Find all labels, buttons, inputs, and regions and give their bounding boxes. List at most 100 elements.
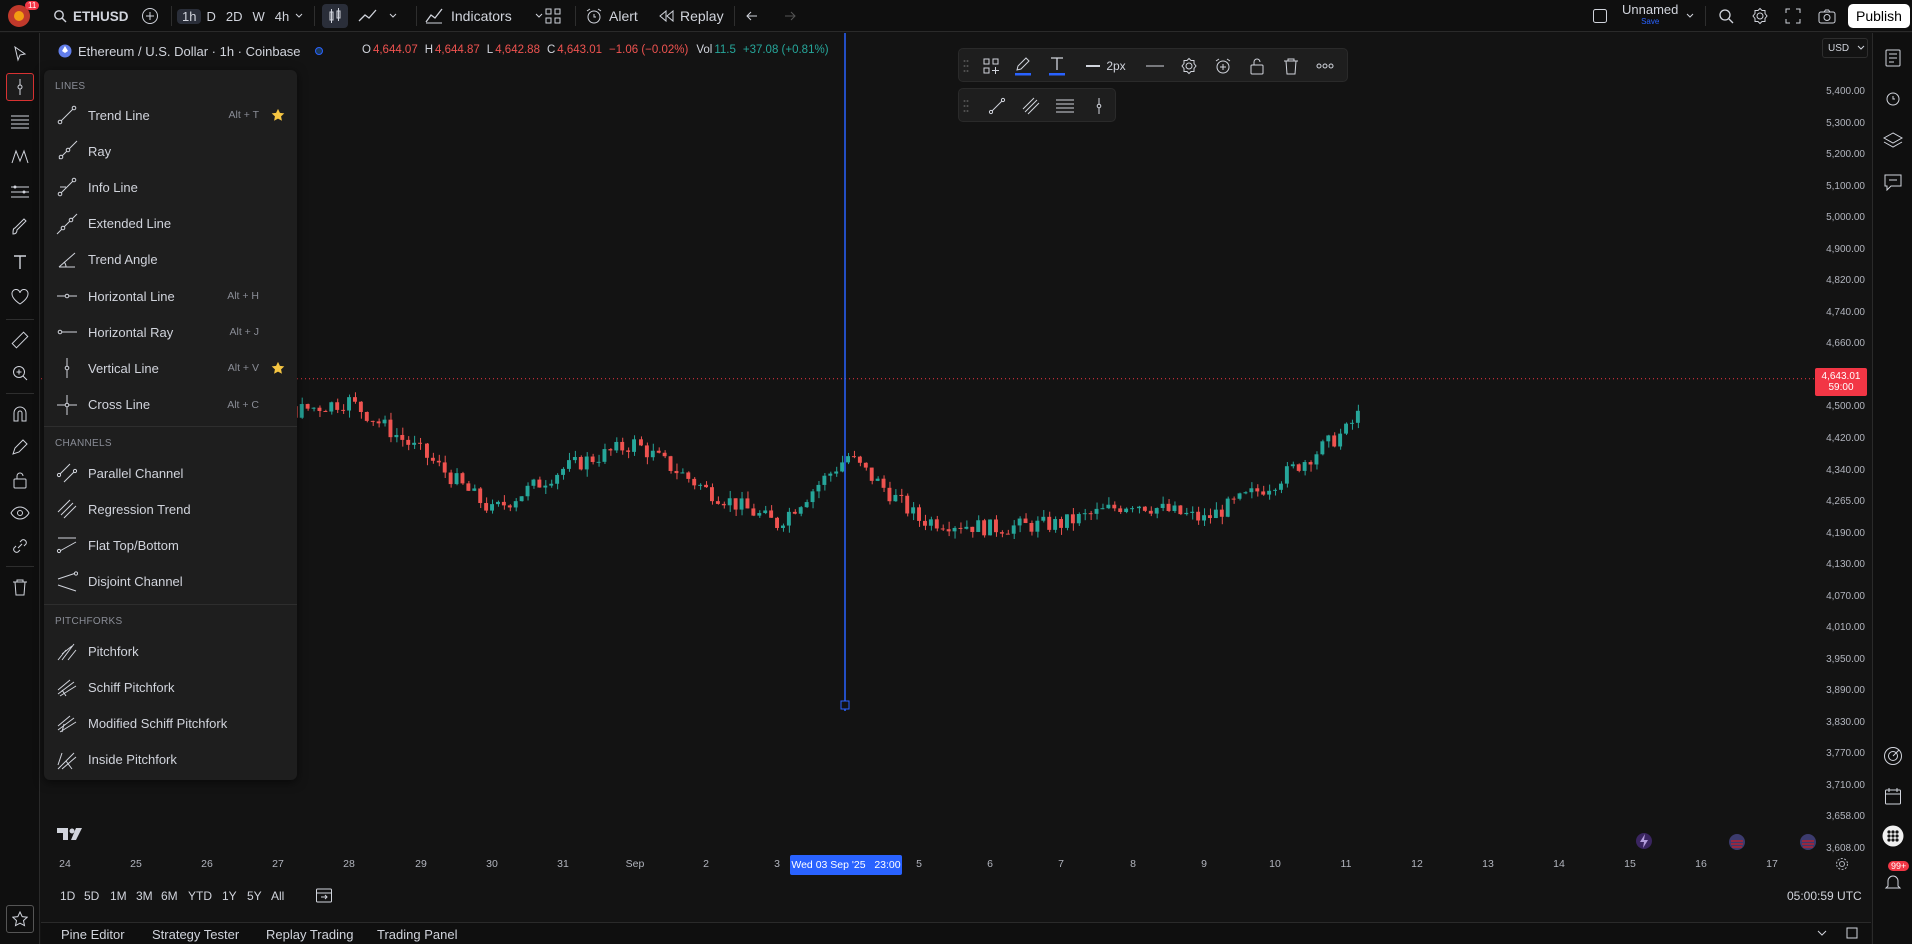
symbol-title[interactable]: Ethereum / U.S. Dollar · 1h · Coinbase bbox=[78, 44, 301, 59]
menu-item-schiff-pitchfork[interactable]: Schiff Pitchfork bbox=[44, 670, 297, 704]
time-axis[interactable]: 24 25 26 27 28 29 30 31 Sep 2 3 5 6 7 8 9 10 11 12 13 14 15 16… bbox=[41, 855, 1821, 875]
chevron-down-icon[interactable] bbox=[294, 11, 304, 21]
magnet-tool[interactable] bbox=[6, 400, 34, 428]
maximize-panel-button[interactable] bbox=[1846, 927, 1858, 939]
alert-button[interactable]: Alert bbox=[585, 4, 638, 28]
market-status-dot[interactable] bbox=[314, 47, 323, 55]
menu-item-disjoint-channel[interactable]: Disjoint Channel bbox=[44, 565, 297, 599]
fav-fib-button[interactable] bbox=[1053, 94, 1077, 118]
range-5y[interactable]: 5Y bbox=[247, 889, 262, 903]
remove-drawings-tool[interactable] bbox=[6, 573, 34, 601]
layout-checkbox[interactable] bbox=[1592, 4, 1608, 28]
symbol-search[interactable]: ETHUSD bbox=[53, 4, 129, 28]
range-ytd[interactable]: YTD bbox=[188, 889, 212, 903]
drag-handle[interactable] bbox=[961, 94, 971, 118]
interval-d[interactable]: D bbox=[201, 9, 220, 24]
price-axis[interactable]: USD 5,400.00 5,300.00 5,200.00 5,100.00 5,00… bbox=[1815, 33, 1871, 863]
menu-item-horizontal-line[interactable]: Horizontal Line Alt + H bbox=[44, 279, 297, 313]
forecasting-tool[interactable] bbox=[6, 178, 34, 206]
interval-2d[interactable]: 2D bbox=[221, 9, 248, 24]
menu-item-regression-trend[interactable]: Regression Trend bbox=[44, 492, 297, 526]
publish-button[interactable]: Publish bbox=[1848, 4, 1910, 28]
text-color-button[interactable] bbox=[1045, 54, 1069, 78]
sync-drawings-tool[interactable] bbox=[6, 532, 34, 560]
currency-selector[interactable]: USD bbox=[1822, 38, 1868, 58]
replay-button[interactable]: Replay bbox=[658, 4, 724, 28]
range-5d[interactable]: 5D bbox=[84, 889, 99, 903]
event-flag-marker-2[interactable] bbox=[1799, 833, 1817, 851]
line-chart-type-button[interactable] bbox=[358, 4, 398, 28]
zoom-tool[interactable] bbox=[6, 359, 34, 387]
products-button[interactable] bbox=[1880, 823, 1906, 849]
menu-item-ray[interactable]: Ray bbox=[44, 134, 297, 168]
favorite-star-icon[interactable] bbox=[271, 108, 285, 122]
fav-trend-line-button[interactable] bbox=[985, 94, 1009, 118]
fullscreen-button[interactable] bbox=[1785, 4, 1801, 28]
menu-item-modified-schiff-pitchfork[interactable]: Modified Schiff Pitchfork bbox=[44, 706, 297, 740]
menu-item-trend-line[interactable]: Trend Line Alt + T bbox=[44, 98, 297, 132]
menu-item-extended-line[interactable]: Extended Line bbox=[44, 207, 297, 241]
axis-settings-button[interactable] bbox=[1835, 857, 1849, 871]
templates-button[interactable] bbox=[979, 54, 1003, 78]
menu-item-vertical-line[interactable]: Vertical Line Alt + V bbox=[44, 351, 297, 385]
collapse-panel-button[interactable] bbox=[1816, 927, 1828, 939]
menu-item-flat-top-bottom[interactable]: Flat Top/Bottom bbox=[44, 528, 297, 562]
fib-tool[interactable] bbox=[6, 108, 34, 136]
menu-item-trend-angle[interactable]: Trend Angle bbox=[44, 243, 297, 277]
price-chart[interactable] bbox=[41, 33, 1821, 711]
quick-search-button[interactable] bbox=[1717, 4, 1735, 28]
undo-button[interactable] bbox=[746, 4, 762, 28]
menu-item-info-line[interactable]: Info Line bbox=[44, 170, 297, 204]
timezone-clock[interactable]: 05:00:59 UTC bbox=[1787, 889, 1862, 903]
fav-channel-button[interactable] bbox=[1019, 94, 1043, 118]
patterns-tool[interactable] bbox=[6, 143, 34, 171]
interval-1h[interactable]: 1h bbox=[177, 8, 202, 24]
brush-tool[interactable] bbox=[6, 213, 34, 241]
tradingview-logo[interactable] bbox=[56, 826, 86, 842]
delete-drawing-button[interactable] bbox=[1279, 54, 1303, 78]
calendar-button[interactable] bbox=[1880, 783, 1906, 809]
drawing-settings-button[interactable] bbox=[1177, 54, 1201, 78]
lines-tool[interactable] bbox=[6, 73, 34, 101]
range-1y[interactable]: 1Y bbox=[222, 889, 237, 903]
line-style-button[interactable] bbox=[1143, 54, 1167, 78]
menu-item-inside-pitchfork[interactable]: Inside Pitchfork bbox=[44, 743, 297, 777]
event-lightning-marker[interactable] bbox=[1633, 832, 1655, 850]
event-flag-marker-1[interactable] bbox=[1728, 833, 1746, 851]
tab-pine-editor[interactable]: Pine Editor bbox=[61, 927, 125, 942]
notifications-button[interactable]: 99+ bbox=[1880, 861, 1910, 895]
menu-item-horizontal-ray[interactable]: Horizontal Ray Alt + J bbox=[44, 315, 297, 349]
tab-replay-trading[interactable]: Replay Trading bbox=[266, 927, 353, 942]
fav-vertical-line-button[interactable] bbox=[1087, 94, 1111, 118]
go-to-date-button[interactable] bbox=[315, 886, 333, 904]
tab-trading-panel[interactable]: Trading Panel bbox=[377, 927, 457, 942]
user-menu[interactable]: 11 bbox=[8, 1, 40, 28]
signals-button[interactable] bbox=[1880, 743, 1906, 769]
indicators-button[interactable]: Indicators bbox=[425, 4, 544, 28]
text-tool[interactable] bbox=[6, 248, 34, 276]
favorite-star-icon[interactable] bbox=[271, 361, 285, 375]
chart-area[interactable] bbox=[41, 33, 1821, 711]
line-width-button[interactable]: 2px bbox=[1081, 54, 1131, 78]
favorites-toolbar-toggle[interactable] bbox=[6, 905, 34, 933]
menu-item-pitchfork[interactable]: Pitchfork bbox=[44, 634, 297, 668]
menu-item-cross-line[interactable]: Cross Line Alt + C bbox=[44, 388, 297, 422]
range-3m[interactable]: 3M bbox=[136, 889, 153, 903]
object-tree-button[interactable] bbox=[1880, 127, 1906, 153]
line-color-button[interactable] bbox=[1011, 54, 1035, 78]
alerts-panel-button[interactable] bbox=[1880, 85, 1906, 111]
range-1d[interactable]: 1D bbox=[60, 889, 75, 903]
settings-button[interactable] bbox=[1751, 4, 1769, 28]
templates-button[interactable] bbox=[545, 4, 561, 28]
icons-tool[interactable] bbox=[6, 283, 34, 311]
chats-button[interactable] bbox=[1880, 169, 1906, 195]
lock-drawings-tool[interactable] bbox=[6, 466, 34, 494]
range-all[interactable]: All bbox=[271, 889, 284, 903]
compare-button[interactable] bbox=[141, 4, 159, 28]
interval-w[interactable]: W bbox=[247, 9, 269, 24]
interval-4h[interactable]: 4h bbox=[270, 9, 294, 24]
candles-chart-type-button[interactable] bbox=[322, 4, 348, 28]
range-1m[interactable]: 1M bbox=[110, 889, 127, 903]
vertical-line-handle[interactable] bbox=[840, 700, 850, 710]
tab-strategy-tester[interactable]: Strategy Tester bbox=[152, 927, 239, 942]
